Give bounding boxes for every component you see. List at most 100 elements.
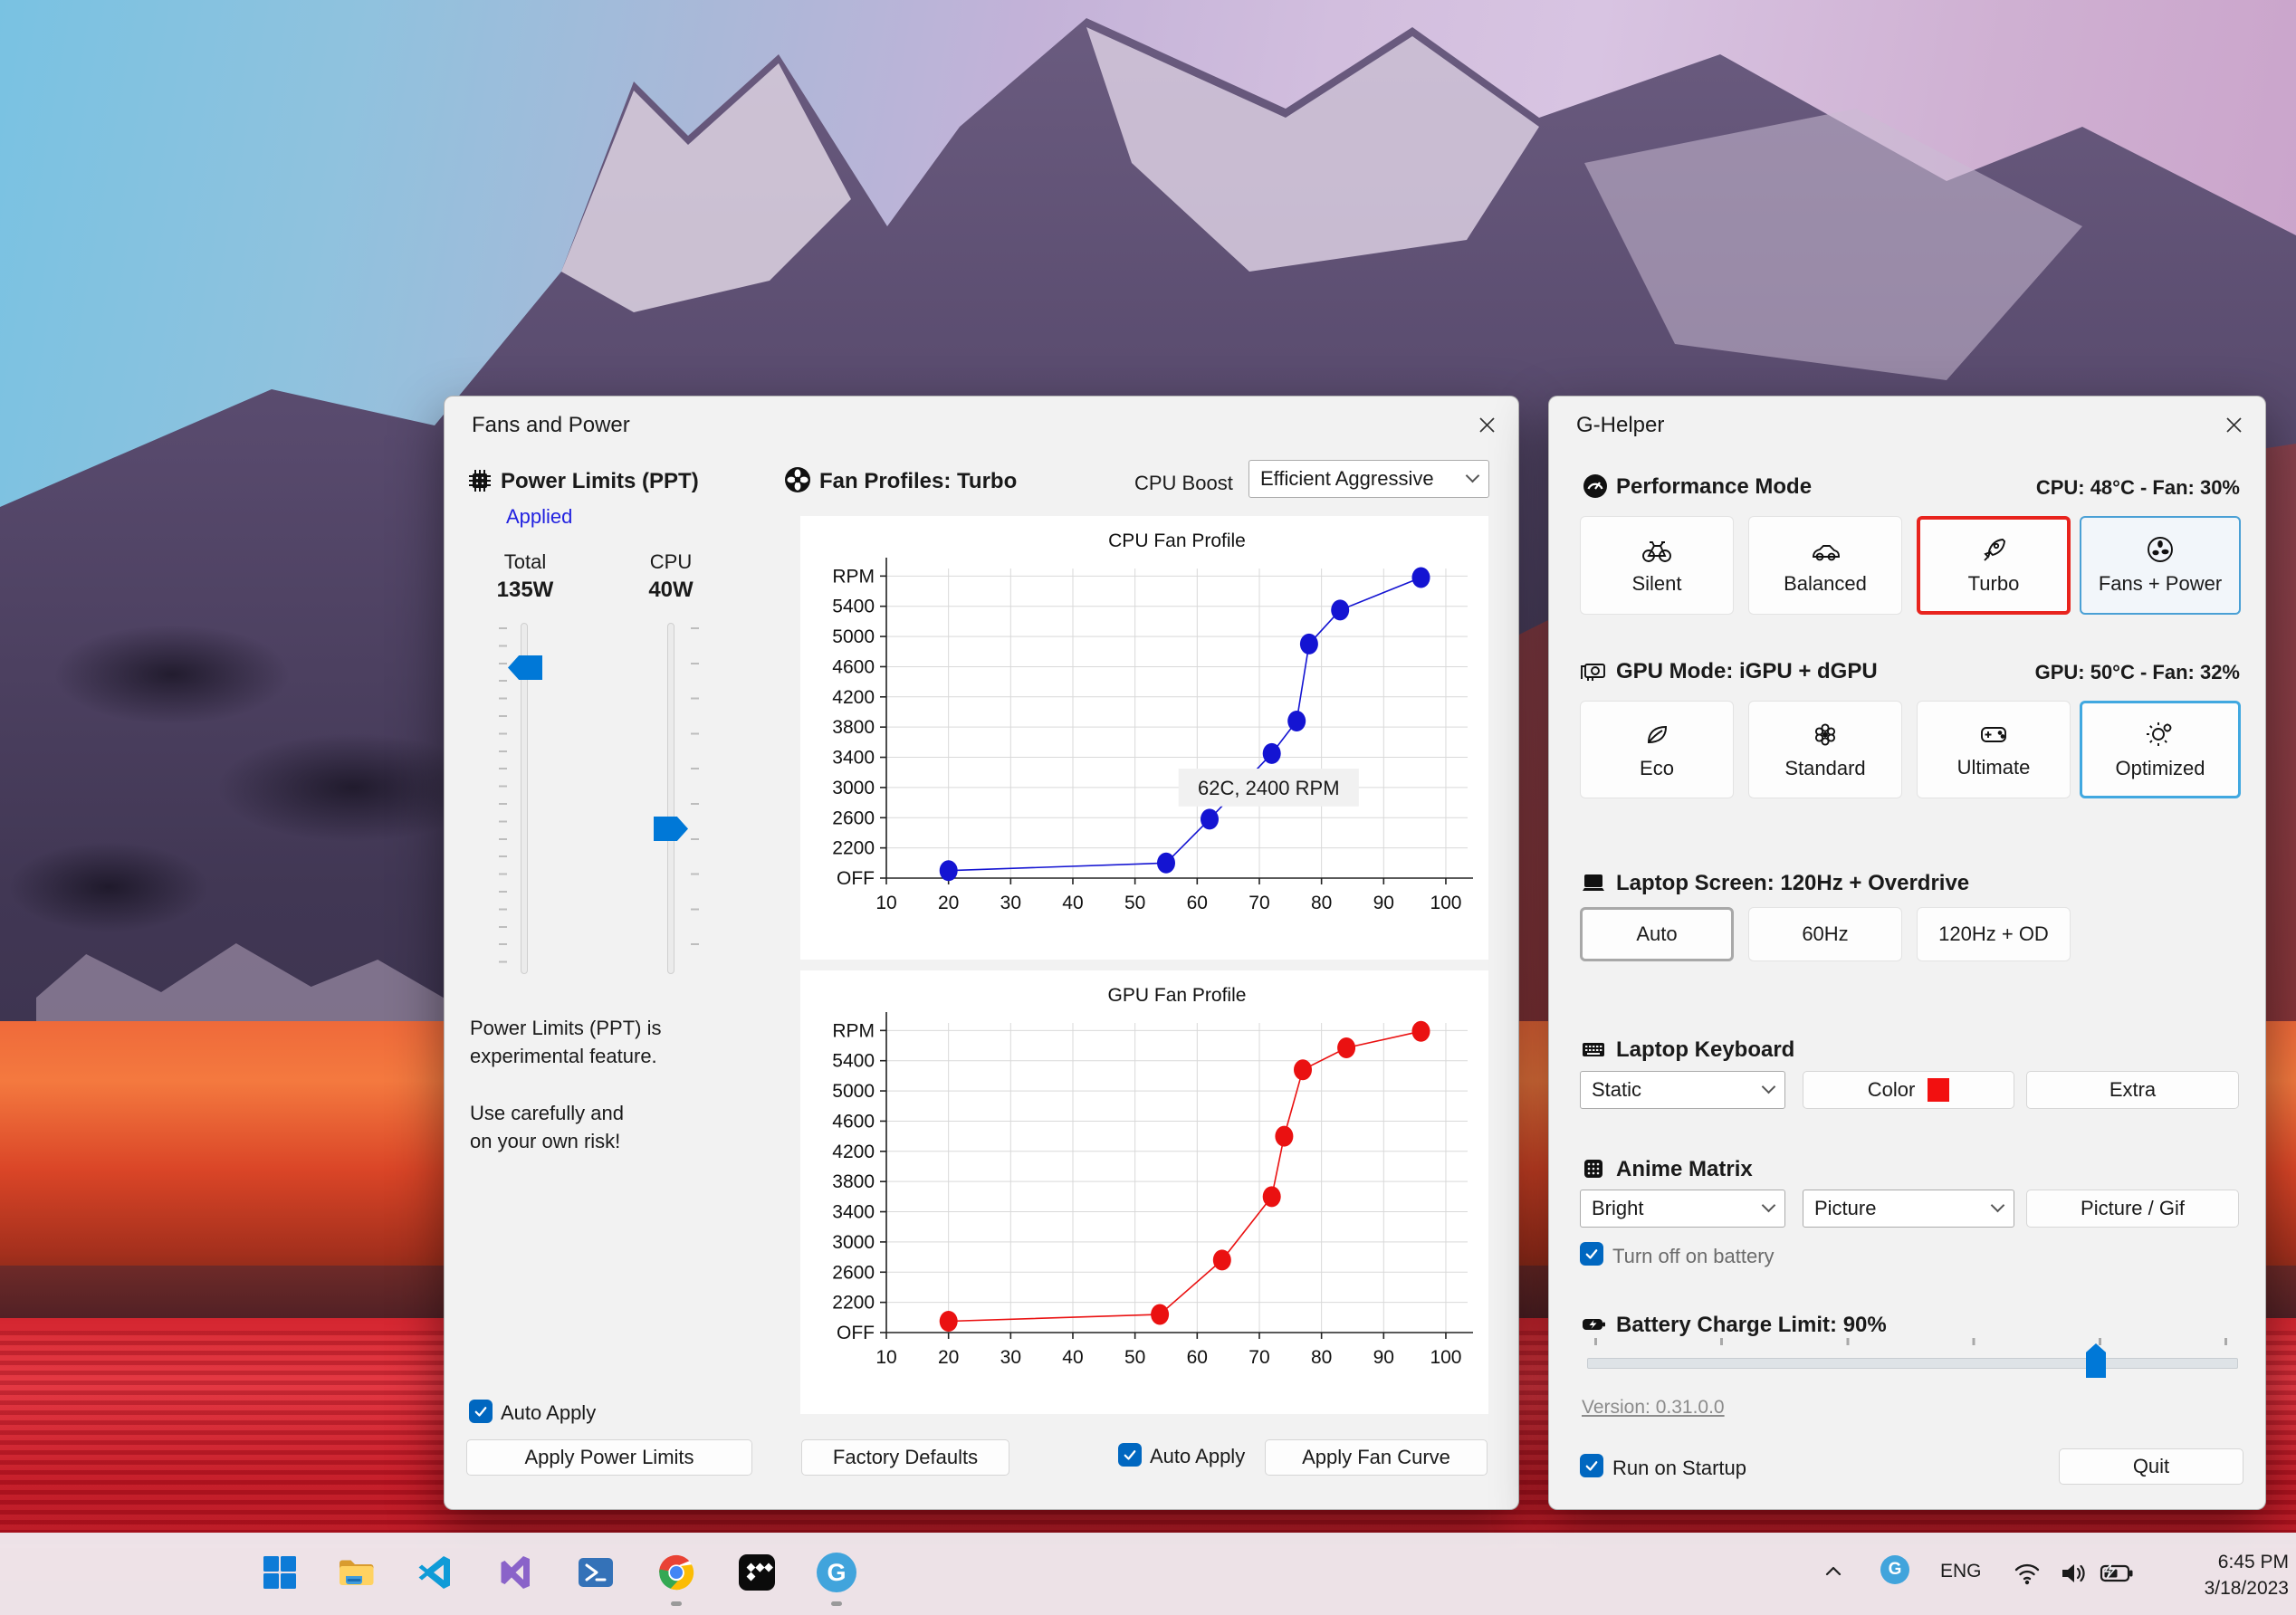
- tidal-icon[interactable]: [737, 1553, 777, 1592]
- ghelper-taskbar-icon[interactable]: G: [817, 1553, 856, 1592]
- tray-clock[interactable]: 6:45 PM 3/18/2023: [2205, 1549, 2289, 1601]
- cpu-fan-profile-chart[interactable]: OFF 2200 2600 3000 3400 3800 4200 4600 5000 5400 R…: [800, 516, 1488, 960]
- perf-mode-fans-power[interactable]: Fans + Power: [2080, 516, 2241, 615]
- svg-text:20: 20: [938, 893, 959, 913]
- svg-text:30: 30: [1000, 893, 1021, 913]
- chevron-down-icon: [1990, 1198, 2005, 1213]
- color-swatch: [1928, 1078, 1950, 1102]
- svg-text:40: 40: [1062, 893, 1083, 913]
- screen-option-auto[interactable]: Auto: [1580, 907, 1734, 961]
- svg-text:2600: 2600: [832, 1262, 875, 1283]
- anime-matrix-icon: [1584, 1160, 1602, 1178]
- svg-text:90: 90: [1373, 1347, 1394, 1368]
- file-explorer-icon[interactable]: [335, 1553, 375, 1592]
- tray-date: 3/18/2023: [2204, 1578, 2289, 1599]
- cpu-boost-dropdown[interactable]: Efficient Aggressive: [1248, 460, 1489, 498]
- start-button-icon[interactable]: [260, 1553, 300, 1592]
- svg-text:5400: 5400: [832, 1051, 875, 1072]
- svg-text:3400: 3400: [832, 1202, 875, 1223]
- svg-text:2600: 2600: [832, 808, 875, 828]
- visual-studio-icon[interactable]: [496, 1553, 536, 1592]
- gpu-mode-standard[interactable]: Standard: [1748, 701, 1902, 798]
- auto-apply-fan-checkbox[interactable]: [1118, 1443, 1142, 1467]
- tray-language[interactable]: ENG: [1940, 1561, 1982, 1582]
- tray-chevron-up-icon[interactable]: [1823, 1562, 1843, 1582]
- battery-slider-thumb[interactable]: [2086, 1343, 2106, 1378]
- gpu-mode-heading: GPU Mode: iGPU + dGPU: [1616, 659, 1878, 683]
- window-title: Fans and Power: [472, 413, 630, 437]
- anime-mode-dropdown[interactable]: Picture: [1803, 1190, 2014, 1228]
- svg-text:3000: 3000: [832, 778, 875, 798]
- svg-text:5400: 5400: [832, 597, 875, 617]
- chevron-down-icon: [1465, 468, 1480, 483]
- svg-text:RPM: RPM: [832, 1020, 875, 1041]
- power-limits-status[interactable]: Applied: [506, 505, 572, 529]
- gpu-mode-eco[interactable]: Eco: [1580, 701, 1734, 798]
- svg-text:3800: 3800: [832, 717, 875, 738]
- vscode-icon[interactable]: [416, 1553, 455, 1592]
- version-link[interactable]: Version: 0.31.0.0: [1582, 1397, 1725, 1419]
- svg-text:4600: 4600: [832, 656, 875, 677]
- keyboard-mode-dropdown[interactable]: Static: [1580, 1071, 1785, 1109]
- fan-icon: [785, 467, 810, 492]
- svg-text:10: 10: [875, 1347, 896, 1368]
- keyboard-color-button[interactable]: Color: [1803, 1071, 2014, 1109]
- anime-picture-gif-button[interactable]: Picture / Gif: [2026, 1190, 2239, 1228]
- total-slider-label: Total: [503, 550, 547, 573]
- ghelper-tray-icon[interactable]: G: [1880, 1555, 1909, 1584]
- apply-power-limits-button[interactable]: Apply Power Limits: [466, 1439, 752, 1476]
- svg-text:5000: 5000: [832, 1081, 875, 1102]
- svg-text:100: 100: [1430, 1347, 1461, 1368]
- wifi-icon[interactable]: [2012, 1558, 2042, 1589]
- perf-mode-balanced[interactable]: Balanced: [1748, 516, 1902, 615]
- cpu-slider-ticks: [691, 627, 699, 971]
- svg-text:2200: 2200: [832, 1293, 875, 1314]
- svg-text:90: 90: [1373, 893, 1394, 913]
- volume-icon[interactable]: [2057, 1558, 2088, 1589]
- factory-defaults-button[interactable]: Factory Defaults: [801, 1439, 1009, 1476]
- apply-fan-curve-button[interactable]: Apply Fan Curve: [1265, 1439, 1488, 1476]
- svg-text:70: 70: [1248, 1347, 1269, 1368]
- chevron-down-icon: [1761, 1079, 1776, 1094]
- svg-text:10: 10: [875, 893, 896, 913]
- run-on-startup-checkbox[interactable]: [1580, 1454, 1603, 1477]
- taskbar: G G ENG 6:45 PM 3/18/2023: [0, 1533, 2296, 1615]
- powershell-icon[interactable]: [576, 1553, 616, 1592]
- cpu-slider-thumb[interactable]: [654, 817, 688, 841]
- quit-button[interactable]: Quit: [2059, 1448, 2243, 1485]
- auto-apply-power-checkbox[interactable]: [469, 1400, 493, 1423]
- svg-text:60: 60: [1187, 1347, 1208, 1368]
- gpu-icon: [1581, 664, 1605, 681]
- run-on-startup-label[interactable]: Run on Startup: [1612, 1457, 1746, 1480]
- chip-icon: [469, 470, 491, 492]
- close-icon[interactable]: [1473, 411, 1500, 438]
- cpu-slider-track[interactable]: [667, 623, 674, 974]
- keyboard-extra-button[interactable]: Extra: [2026, 1071, 2239, 1109]
- cpu-boost-label: CPU Boost: [1134, 472, 1233, 494]
- svg-text:70: 70: [1248, 893, 1269, 913]
- gpu-mode-ultimate[interactable]: Ultimate: [1917, 701, 2071, 798]
- turn-off-on-battery-checkbox[interactable]: [1580, 1242, 1603, 1266]
- anime-brightness-dropdown[interactable]: Bright: [1580, 1190, 1785, 1228]
- perf-mode-turbo[interactable]: Turbo: [1917, 516, 2071, 615]
- screen-option-60hz[interactable]: 60Hz: [1748, 907, 1902, 961]
- fans-and-power-window: Fans and Power Power Limits (PPT) Applie…: [444, 396, 1519, 1510]
- auto-apply-power-label[interactable]: Auto Apply: [501, 1401, 596, 1425]
- total-slider-thumb[interactable]: [508, 655, 542, 680]
- screen-option-120hz-od[interactable]: 120Hz + OD: [1917, 907, 2071, 961]
- battery-slider-track[interactable]: [1587, 1358, 2238, 1369]
- perf-mode-silent[interactable]: Silent: [1580, 516, 1734, 615]
- auto-apply-fan-label[interactable]: Auto Apply: [1150, 1445, 1245, 1468]
- svg-text:62C, 2400 RPM: 62C, 2400 RPM: [1198, 777, 1340, 799]
- window-title: G-Helper: [1576, 413, 1665, 437]
- gpu-mode-optimized[interactable]: Optimized: [2080, 701, 2241, 798]
- close-icon[interactable]: [2220, 411, 2247, 438]
- chrome-icon[interactable]: [656, 1553, 696, 1592]
- svg-text:3800: 3800: [832, 1171, 875, 1192]
- gpu-fan-profile-chart[interactable]: OFF 2200 2600 3000 3400 3800 4200 4600 5000 5400 R…: [800, 970, 1488, 1414]
- svg-text:5000: 5000: [832, 626, 875, 647]
- turn-off-on-battery-label[interactable]: Turn off on battery: [1612, 1245, 1775, 1268]
- svg-text:50: 50: [1124, 893, 1145, 913]
- battery-charging-icon[interactable]: [2099, 1558, 2135, 1589]
- svg-text:OFF: OFF: [837, 868, 875, 889]
